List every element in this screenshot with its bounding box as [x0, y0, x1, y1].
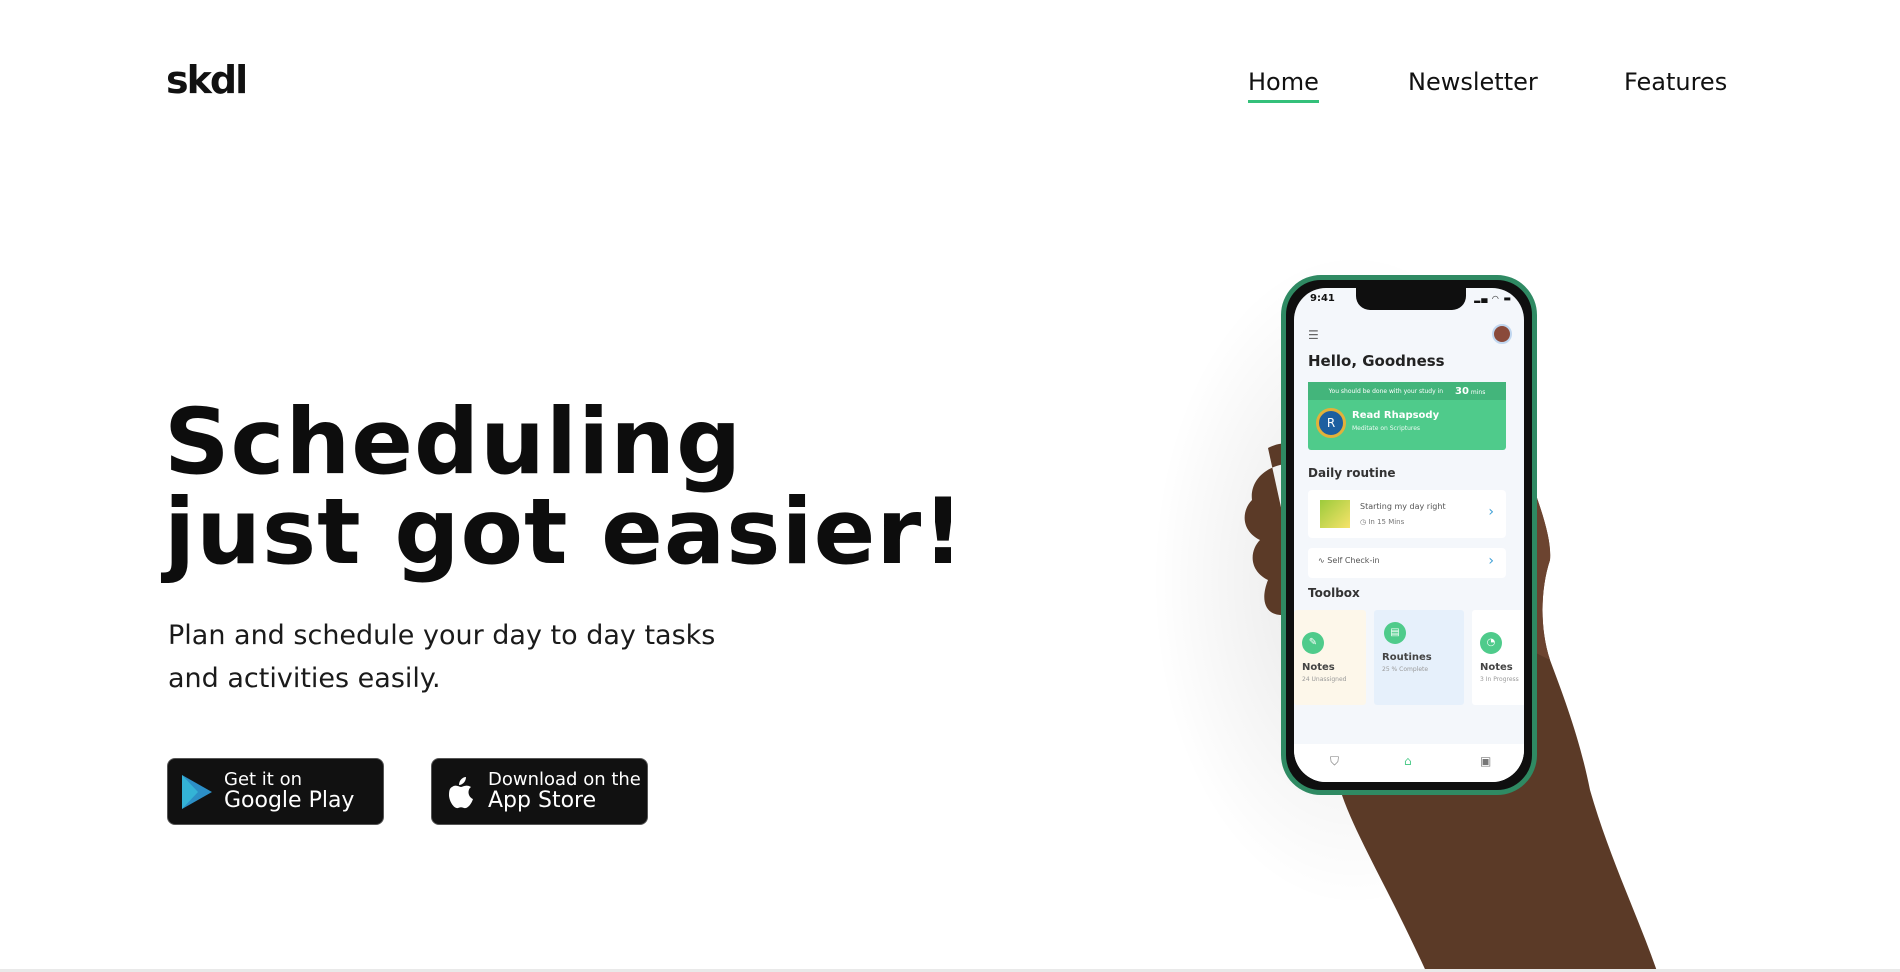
- chevron-right-icon: ›: [1488, 504, 1494, 520]
- app-store-label: App Store: [488, 788, 597, 814]
- shield-icon[interactable]: ⛉: [1330, 754, 1339, 769]
- phone-notch: [1356, 288, 1466, 310]
- tool-meta: 3 In Progress: [1480, 676, 1519, 683]
- menu-icon[interactable]: ☰: [1308, 328, 1319, 342]
- clock-icon: ◷: [1360, 518, 1367, 526]
- routine-title: Starting my day right: [1360, 502, 1446, 511]
- nav-home[interactable]: Home: [1248, 68, 1319, 103]
- checkin-text: Self Check-in: [1327, 556, 1380, 565]
- tool-meta: 25 % Complete: [1382, 666, 1429, 673]
- tab-bar: ⛉ ⌂ ▣: [1294, 744, 1524, 782]
- greeting: Hello, Goodness: [1308, 352, 1445, 370]
- routine-card[interactable]: Starting my day right ◷ In 15 Mins ›: [1308, 490, 1506, 538]
- status-icons: ▂▄ ◠ ▬: [1474, 294, 1512, 303]
- hero-title-line-2: just got easier!: [164, 480, 965, 585]
- tool-meta: 24 Unassigned: [1302, 676, 1347, 683]
- tool-card-notes[interactable]: ✎ Notes 24 Unassigned: [1294, 610, 1366, 705]
- status-time: 9:41: [1310, 293, 1335, 304]
- focus-title: Read Rhapsody: [1352, 410, 1440, 421]
- tool-card-routines[interactable]: ▤ Routines 25 % Complete: [1374, 610, 1464, 705]
- checkin-card[interactable]: ∿ Self Check-in ›: [1308, 548, 1506, 578]
- app-store-text: Download on the App Store: [488, 768, 641, 814]
- focus-card[interactable]: You should be done with your study in 30…: [1308, 382, 1506, 450]
- focus-subtitle: Meditate on Scriptures: [1352, 425, 1421, 432]
- avatar[interactable]: [1492, 324, 1512, 344]
- routine-time: ◷ In 15 Mins: [1360, 518, 1404, 526]
- hero-title-line-1: Scheduling: [164, 390, 743, 495]
- google-play-text: Get it on Google Play: [224, 768, 355, 814]
- rhapsody-badge-icon: R: [1316, 408, 1346, 438]
- google-play-icon: [182, 774, 212, 809]
- bag-icon[interactable]: ▣: [1480, 754, 1491, 768]
- hero-title: Scheduling just got easier!: [164, 390, 965, 585]
- chevron-right-icon: ›: [1488, 553, 1494, 569]
- hero-subtitle: Plan and schedule your day to day tasks …: [168, 620, 716, 694]
- tool-card-notes-2[interactable]: ◔ Notes 3 In Progress: [1472, 610, 1524, 705]
- calendar-icon: ▤: [1384, 622, 1406, 644]
- phone-illustration: 9:41 ▂▄ ◠ ▬ ☰ Hello, Goodness You should…: [1150, 240, 1710, 972]
- home-icon[interactable]: ⌂: [1404, 754, 1412, 768]
- nav-newsletter[interactable]: Newsletter: [1408, 68, 1538, 96]
- tool-name: Routines: [1382, 652, 1432, 663]
- daily-routine-heading: Daily routine: [1308, 466, 1396, 480]
- focus-minutes: 30: [1455, 385, 1469, 397]
- google-play-label: Google Play: [224, 788, 355, 814]
- tool-name: Notes: [1480, 662, 1513, 673]
- google-play-button[interactable]: Get it on Google Play: [167, 758, 384, 825]
- focus-prefix: You should be done with your study in: [1328, 387, 1444, 395]
- toolbox-row: ✎ Notes 24 Unassigned ▤ Routines 25 % Co…: [1294, 610, 1524, 715]
- app-store-top-label: Download on the: [488, 768, 641, 790]
- nav-features[interactable]: Features: [1624, 68, 1727, 96]
- checkin-label: ∿ Self Check-in: [1318, 556, 1380, 565]
- tool-name: Notes: [1302, 662, 1335, 673]
- apple-icon: [449, 776, 473, 808]
- phone-device: 9:41 ▂▄ ◠ ▬ ☰ Hello, Goodness You should…: [1281, 275, 1537, 795]
- pulse-icon: ∿: [1318, 556, 1325, 565]
- focus-minutes-unit: mins: [1470, 388, 1486, 396]
- toolbox-heading: Toolbox: [1308, 586, 1360, 600]
- focus-minutes-group: 30 mins: [1455, 386, 1485, 397]
- routine-time-text: In 15 Mins: [1368, 518, 1405, 526]
- app-store-button[interactable]: Download on the App Store: [431, 758, 648, 825]
- routine-thumbnail: [1318, 498, 1352, 530]
- pencil-icon: ✎: [1302, 632, 1324, 654]
- phone-screen: 9:41 ▂▄ ◠ ▬ ☰ Hello, Goodness You should…: [1294, 288, 1524, 782]
- focus-timer: You should be done with your study in 30…: [1308, 382, 1506, 400]
- main-nav: Home Newsletter Features: [0, 68, 1900, 108]
- pie-icon: ◔: [1480, 632, 1502, 654]
- google-play-top-label: Get it on: [224, 768, 303, 790]
